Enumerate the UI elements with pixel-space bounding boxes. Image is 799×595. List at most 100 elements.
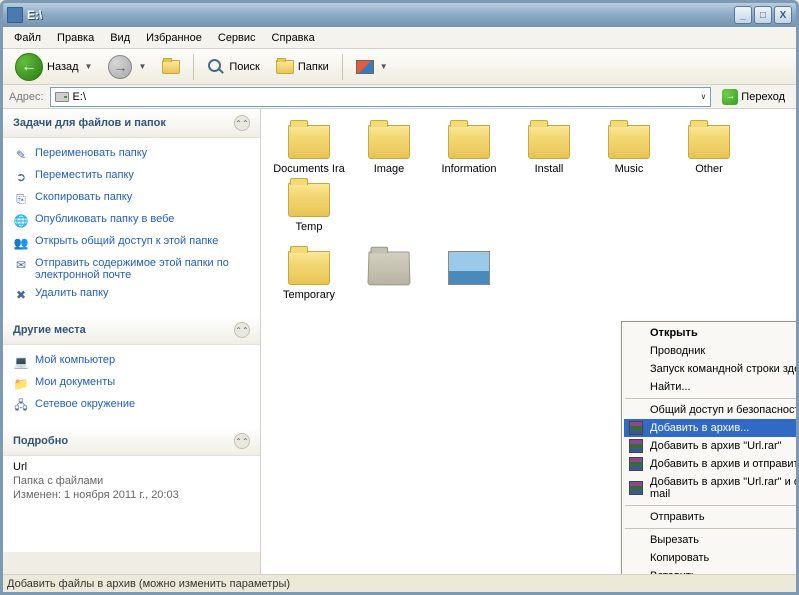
details-header[interactable]: Подробно ⌃⌃: [3, 427, 260, 456]
window-icon: [7, 7, 23, 23]
detail-modified: Изменен: 1 ноября 2011 г., 20:03: [13, 488, 250, 502]
detail-name: Url: [13, 460, 250, 474]
documents-icon: 📁: [13, 376, 29, 392]
toolbar: ← Назад ▼ → ▼ Поиск Папки ▼: [3, 49, 796, 85]
rar-icon: [629, 421, 643, 435]
place-my-documents[interactable]: 📁Мои документы: [13, 373, 250, 395]
chevron-down-icon[interactable]: ∨: [700, 92, 706, 101]
cm-find[interactable]: Найти...: [624, 378, 796, 396]
menu-help[interactable]: Справка: [265, 30, 322, 46]
network-icon: 🖧: [13, 398, 29, 414]
folder-view[interactable]: Documents Ira Image Information Install …: [261, 109, 796, 574]
content-area: Задачи для файлов и папок ⌃⌃ ✎Переименов…: [3, 109, 796, 574]
go-button[interactable]: → Переход: [717, 87, 790, 107]
cm-cut[interactable]: Вырезать: [624, 531, 796, 549]
minimize-button[interactable]: _: [734, 6, 752, 24]
cm-add-urlmail[interactable]: Добавить в архив "Url.rar" и отправить п…: [624, 473, 796, 503]
other-places-panel: Другие места ⌃⌃ 💻Мой компьютер 📁Мои доку…: [3, 316, 260, 427]
menu-file[interactable]: Файл: [7, 30, 48, 46]
rar-icon: [629, 457, 643, 471]
window-title: E:\: [27, 8, 734, 22]
collapse-icon: ⌃⌃: [234, 433, 250, 449]
cm-send[interactable]: Отправить: [624, 508, 796, 526]
task-publish[interactable]: 🌐Опубликовать папку в вебе: [13, 210, 250, 232]
tasks-pane: Задачи для файлов и папок ⌃⌃ ✎Переименов…: [3, 109, 261, 574]
task-share[interactable]: 👥Открыть общий доступ к этой папке: [13, 232, 250, 254]
cm-copy[interactable]: Копировать: [624, 549, 796, 567]
image-item[interactable]: [429, 247, 509, 305]
globe-icon: 🌐: [13, 213, 29, 229]
search-icon: [208, 59, 224, 75]
up-button[interactable]: [156, 54, 186, 80]
status-text: Добавить файлы в архив (можно изменить п…: [7, 578, 290, 590]
image-thumb-icon: [448, 251, 490, 285]
address-text: E:\: [73, 91, 697, 103]
views-button[interactable]: ▼: [350, 56, 394, 78]
other-places-header[interactable]: Другие места ⌃⌃: [3, 316, 260, 345]
separator: [342, 54, 343, 80]
cm-add-archive[interactable]: Добавить в архив...: [624, 419, 796, 437]
back-button[interactable]: ← Назад ▼: [9, 49, 98, 85]
forward-button[interactable]: → ▼: [102, 51, 152, 83]
folder-icon: [276, 60, 294, 74]
chevron-down-icon: ▼: [138, 62, 146, 71]
close-button[interactable]: X: [774, 6, 792, 24]
collapse-icon: ⌃⌃: [234, 322, 250, 338]
chevron-down-icon: ▼: [85, 62, 93, 71]
cm-share[interactable]: Общий доступ и безопасность...: [624, 401, 796, 419]
folder-item[interactable]: Temp: [269, 179, 349, 237]
maximize-button[interactable]: □: [754, 6, 772, 24]
rename-icon: ✎: [13, 147, 29, 163]
address-label: Адрес:: [9, 91, 44, 103]
views-icon: [356, 60, 374, 74]
folder-item[interactable]: Documents Ira: [269, 121, 349, 179]
task-email[interactable]: ✉Отправить содержимое этой папки по элек…: [13, 254, 250, 284]
search-button[interactable]: Поиск: [201, 54, 265, 80]
folder-icon: [688, 125, 730, 159]
forward-icon: →: [108, 55, 132, 79]
titlebar[interactable]: E:\ _ □ X: [3, 3, 796, 27]
task-copy[interactable]: ⎘Скопировать папку: [13, 188, 250, 210]
place-my-computer[interactable]: 💻Мой компьютер: [13, 351, 250, 373]
place-network[interactable]: 🖧Сетевое окружение: [13, 395, 250, 417]
task-rename[interactable]: ✎Переименовать папку: [13, 144, 250, 166]
cm-add-urlrar[interactable]: Добавить в архив "Url.rar": [624, 437, 796, 455]
folder-icon: [608, 125, 650, 159]
folder-icon: [288, 125, 330, 159]
menu-view[interactable]: Вид: [103, 30, 137, 46]
folder-icon: [288, 183, 330, 217]
mail-icon: ✉: [13, 257, 29, 273]
address-bar: Адрес: E:\ ∨ → Переход: [3, 85, 796, 109]
details-panel: Подробно ⌃⌃ Url Папка с файлами Изменен:…: [3, 427, 260, 552]
move-icon: ➲: [13, 169, 29, 185]
chevron-down-icon: ▼: [380, 62, 388, 71]
cm-paste[interactable]: Вставить: [624, 567, 796, 574]
folder-icon: [448, 125, 490, 159]
menu-tools[interactable]: Сервис: [211, 30, 263, 46]
collapse-icon: ⌃⌃: [234, 115, 250, 131]
cm-cmd[interactable]: Запуск командной строки здесь: [624, 360, 796, 378]
task-move[interactable]: ➲Переместить папку: [13, 166, 250, 188]
folder-item-selected[interactable]: [349, 247, 429, 305]
folder-item[interactable]: Music: [589, 121, 669, 179]
cm-explorer[interactable]: Проводник: [624, 342, 796, 360]
folder-item[interactable]: Install: [509, 121, 589, 179]
folder-item[interactable]: Image: [349, 121, 429, 179]
file-tasks-header[interactable]: Задачи для файлов и папок ⌃⌃: [3, 109, 260, 138]
go-icon: →: [722, 89, 738, 105]
address-input[interactable]: E:\ ∨: [50, 87, 712, 107]
task-delete[interactable]: ✖Удалить папку: [13, 284, 250, 306]
folder-item[interactable]: Temporary: [269, 247, 349, 305]
file-tasks-panel: Задачи для файлов и папок ⌃⌃ ✎Переименов…: [3, 109, 260, 316]
menu-edit[interactable]: Правка: [50, 30, 101, 46]
folder-item[interactable]: Information: [429, 121, 509, 179]
cm-add-email[interactable]: Добавить в архив и отправить по e-mail..…: [624, 455, 796, 473]
folders-button[interactable]: Папки: [270, 54, 335, 80]
cm-open[interactable]: Открыть: [624, 324, 796, 342]
folder-icon: [368, 125, 410, 159]
separator: [625, 528, 796, 529]
share-icon: 👥: [13, 235, 29, 251]
explorer-window: E:\ _ □ X Файл Правка Вид Избранное Серв…: [0, 0, 799, 595]
folder-item[interactable]: Other: [669, 121, 749, 179]
menu-favorites[interactable]: Избранное: [139, 30, 209, 46]
